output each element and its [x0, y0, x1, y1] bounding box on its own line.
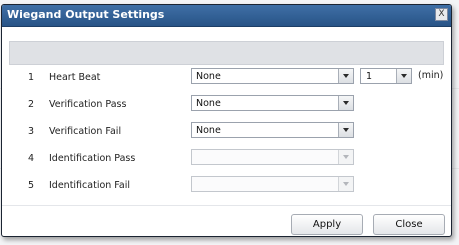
- wiegand-output-settings-dialog: Wiegand Output Settings X 1 Heart Beat N…: [1, 4, 452, 237]
- apply-button[interactable]: Apply: [291, 214, 363, 235]
- row-label: Identification Fail: [49, 180, 131, 191]
- chevron-down-icon[interactable]: [338, 123, 353, 137]
- row-label: Identification Pass: [49, 153, 136, 164]
- setting-row-identification-fail: 5 Identification Fail: [2, 175, 451, 199]
- setting-row-verification-fail: 3 Verification Fail None: [2, 121, 451, 145]
- chevron-down-icon[interactable]: [396, 69, 411, 83]
- row-label: Verification Pass: [49, 99, 127, 110]
- table-header: [9, 41, 444, 65]
- close-icon[interactable]: X: [435, 8, 448, 21]
- select-value: None: [196, 71, 221, 82]
- setting-row-heart-beat: 1 Heart Beat None 1 (min): [2, 67, 451, 91]
- row-number: 2: [28, 99, 35, 110]
- select-value: None: [196, 98, 221, 109]
- verification-pass-select[interactable]: None: [191, 95, 354, 111]
- chevron-down-icon: [338, 150, 353, 164]
- row-number: 1: [28, 72, 35, 83]
- setting-row-identification-pass: 4 Identification Pass: [2, 148, 451, 172]
- select-value: 1: [366, 71, 373, 82]
- row-label: Heart Beat: [49, 72, 101, 83]
- row-number: 5: [28, 180, 35, 191]
- chevron-down-icon[interactable]: [338, 96, 353, 110]
- identification-fail-select: [191, 176, 354, 192]
- dialog-titlebar: Wiegand Output Settings X: [2, 5, 451, 27]
- dialog-title: Wiegand Output Settings: [7, 8, 165, 21]
- chevron-down-icon: [338, 177, 353, 191]
- select-value: None: [196, 125, 221, 136]
- close-button[interactable]: Close: [373, 214, 445, 235]
- footer-divider: [2, 205, 451, 206]
- chevron-down-icon[interactable]: [338, 69, 353, 83]
- row-number: 4: [28, 153, 35, 164]
- interval-unit: (min): [418, 70, 444, 81]
- heart-beat-select[interactable]: None: [191, 68, 354, 84]
- setting-row-verification-pass: 2 Verification Pass None: [2, 94, 451, 118]
- identification-pass-select: [191, 149, 354, 165]
- row-label: Verification Fail: [49, 126, 122, 137]
- row-number: 3: [28, 126, 35, 137]
- verification-fail-select[interactable]: None: [191, 122, 354, 138]
- heart-beat-interval-select[interactable]: 1: [360, 68, 412, 84]
